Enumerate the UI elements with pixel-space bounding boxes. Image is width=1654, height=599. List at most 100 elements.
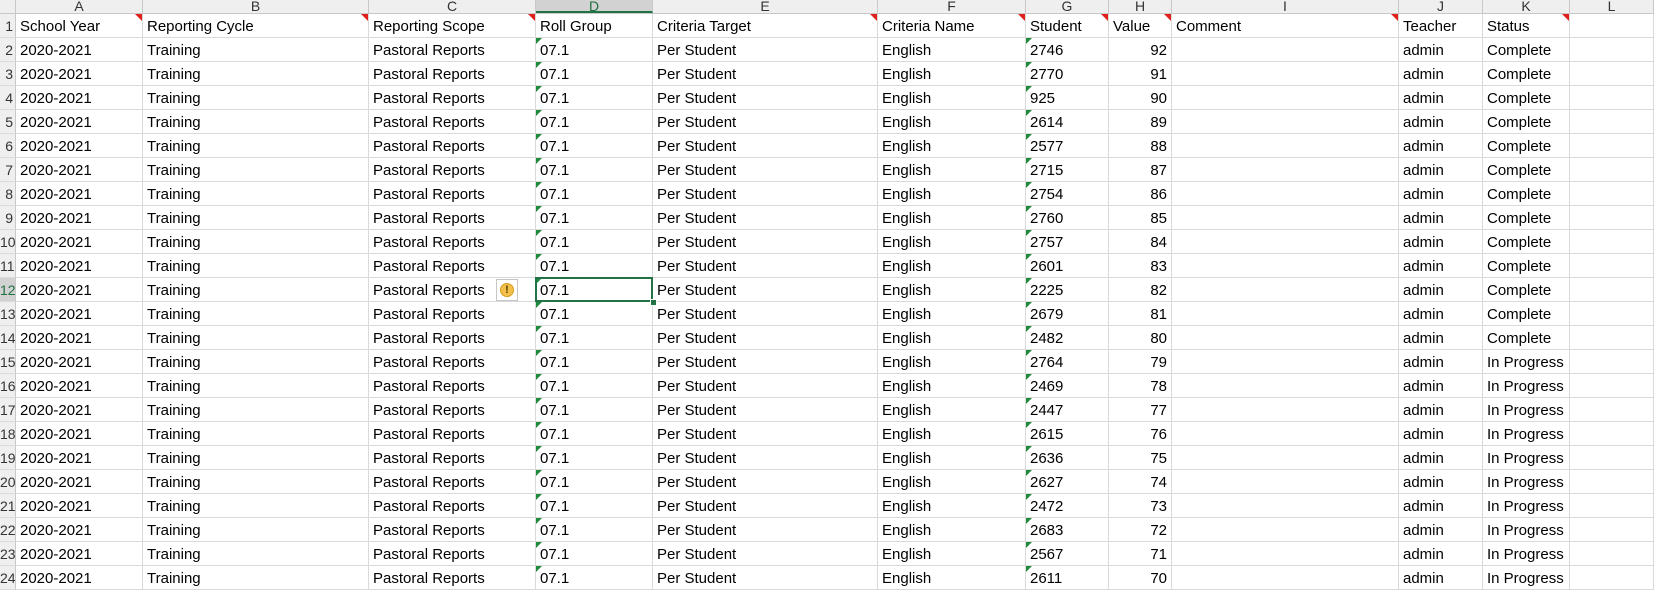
cell-l12[interactable] <box>1570 278 1654 302</box>
row-header-12[interactable]: 12 <box>0 278 16 302</box>
cell-c21[interactable]: Pastoral Reports <box>369 494 536 518</box>
header-cell-g[interactable]: Student <box>1026 14 1109 38</box>
cell-c3[interactable]: Pastoral Reports <box>369 62 536 86</box>
cell-d9[interactable]: 07.1 <box>536 206 653 230</box>
cell-k14[interactable]: Complete <box>1483 326 1570 350</box>
cell-k6[interactable]: Complete <box>1483 134 1570 158</box>
cell-d21[interactable]: 07.1 <box>536 494 653 518</box>
cell-a10[interactable]: 2020-2021 <box>16 230 143 254</box>
cell-j7[interactable]: admin <box>1399 158 1483 182</box>
cell-h8[interactable]: 86 <box>1109 182 1172 206</box>
cell-c2[interactable]: Pastoral Reports <box>369 38 536 62</box>
cell-e17[interactable]: Per Student <box>653 398 878 422</box>
cell-l20[interactable] <box>1570 470 1654 494</box>
cell-j18[interactable]: admin <box>1399 422 1483 446</box>
cell-g7[interactable]: 2715 <box>1026 158 1109 182</box>
cell-b3[interactable]: Training <box>143 62 369 86</box>
cell-a22[interactable]: 2020-2021 <box>16 518 143 542</box>
row-header-10[interactable]: 10 <box>0 230 16 254</box>
cell-g2[interactable]: 2746 <box>1026 38 1109 62</box>
cell-g17[interactable]: 2447 <box>1026 398 1109 422</box>
cell-j13[interactable]: admin <box>1399 302 1483 326</box>
cell-k22[interactable]: In Progress <box>1483 518 1570 542</box>
row-header-3[interactable]: 3 <box>0 62 16 86</box>
cell-g24[interactable]: 2611 <box>1026 566 1109 590</box>
cell-j9[interactable]: admin <box>1399 206 1483 230</box>
cell-i13[interactable] <box>1172 302 1399 326</box>
cell-b9[interactable]: Training <box>143 206 369 230</box>
cell-h11[interactable]: 83 <box>1109 254 1172 278</box>
header-cell-h[interactable]: Value <box>1109 14 1172 38</box>
cell-g12[interactable]: 2225 <box>1026 278 1109 302</box>
cell-l24[interactable] <box>1570 566 1654 590</box>
cell-i9[interactable] <box>1172 206 1399 230</box>
cell-j19[interactable]: admin <box>1399 446 1483 470</box>
cell-a19[interactable]: 2020-2021 <box>16 446 143 470</box>
cell-g11[interactable]: 2601 <box>1026 254 1109 278</box>
cell-h19[interactable]: 75 <box>1109 446 1172 470</box>
cell-c14[interactable]: Pastoral Reports <box>369 326 536 350</box>
cell-g20[interactable]: 2627 <box>1026 470 1109 494</box>
cell-h13[interactable]: 81 <box>1109 302 1172 326</box>
cell-i2[interactable] <box>1172 38 1399 62</box>
cell-d4[interactable]: 07.1 <box>536 86 653 110</box>
cell-a7[interactable]: 2020-2021 <box>16 158 143 182</box>
cell-l14[interactable] <box>1570 326 1654 350</box>
cell-f15[interactable]: English <box>878 350 1026 374</box>
cell-i4[interactable] <box>1172 86 1399 110</box>
spreadsheet-grid[interactable]: A B C D E F G H I J K L 1 School Year Reporting Cycle R… <box>0 0 1654 599</box>
select-all-corner[interactable] <box>0 0 16 13</box>
cell-a11[interactable]: 2020-2021 <box>16 254 143 278</box>
row-header-24[interactable]: 24 <box>0 566 16 590</box>
cell-c17[interactable]: Pastoral Reports <box>369 398 536 422</box>
cell-c13[interactable]: Pastoral Reports <box>369 302 536 326</box>
header-cell-a[interactable]: School Year <box>16 14 143 38</box>
cell-b6[interactable]: Training <box>143 134 369 158</box>
cell-k20[interactable]: In Progress <box>1483 470 1570 494</box>
cell-d17[interactable]: 07.1 <box>536 398 653 422</box>
cell-j23[interactable]: admin <box>1399 542 1483 566</box>
cell-k2[interactable]: Complete <box>1483 38 1570 62</box>
cell-j12[interactable]: admin <box>1399 278 1483 302</box>
header-cell-d[interactable]: Roll Group <box>536 14 653 38</box>
cell-h14[interactable]: 80 <box>1109 326 1172 350</box>
cell-c19[interactable]: Pastoral Reports <box>369 446 536 470</box>
cell-b5[interactable]: Training <box>143 110 369 134</box>
cell-e18[interactable]: Per Student <box>653 422 878 446</box>
row-header-1[interactable]: 1 <box>0 14 16 38</box>
cell-h15[interactable]: 79 <box>1109 350 1172 374</box>
cell-c10[interactable]: Pastoral Reports <box>369 230 536 254</box>
cell-e24[interactable]: Per Student <box>653 566 878 590</box>
cell-l18[interactable] <box>1570 422 1654 446</box>
cell-f23[interactable]: English <box>878 542 1026 566</box>
cell-l5[interactable] <box>1570 110 1654 134</box>
cell-b16[interactable]: Training <box>143 374 369 398</box>
cell-g18[interactable]: 2615 <box>1026 422 1109 446</box>
cell-d13[interactable]: 07.1 <box>536 302 653 326</box>
cell-c11[interactable]: Pastoral Reports <box>369 254 536 278</box>
row-header-9[interactable]: 9 <box>0 206 16 230</box>
cell-i20[interactable] <box>1172 470 1399 494</box>
cell-f22[interactable]: English <box>878 518 1026 542</box>
cell-l1[interactable] <box>1570 14 1654 38</box>
cell-g23[interactable]: 2567 <box>1026 542 1109 566</box>
row-header-18[interactable]: 18 <box>0 422 16 446</box>
cell-i21[interactable] <box>1172 494 1399 518</box>
cell-e4[interactable]: Per Student <box>653 86 878 110</box>
column-header-i[interactable]: I <box>1172 0 1399 13</box>
cell-h23[interactable]: 71 <box>1109 542 1172 566</box>
row-header-4[interactable]: 4 <box>0 86 16 110</box>
cell-j2[interactable]: admin <box>1399 38 1483 62</box>
cell-l13[interactable] <box>1570 302 1654 326</box>
cell-b17[interactable]: Training <box>143 398 369 422</box>
cell-d23[interactable]: 07.1 <box>536 542 653 566</box>
header-cell-j[interactable]: Teacher <box>1399 14 1483 38</box>
column-header-g[interactable]: G <box>1026 0 1109 13</box>
row-header-17[interactable]: 17 <box>0 398 16 422</box>
cell-e3[interactable]: Per Student <box>653 62 878 86</box>
cell-c5[interactable]: Pastoral Reports <box>369 110 536 134</box>
cell-a12[interactable]: 2020-2021 <box>16 278 143 302</box>
fill-handle[interactable] <box>650 299 657 306</box>
cell-d7[interactable]: 07.1 <box>536 158 653 182</box>
cell-a21[interactable]: 2020-2021 <box>16 494 143 518</box>
